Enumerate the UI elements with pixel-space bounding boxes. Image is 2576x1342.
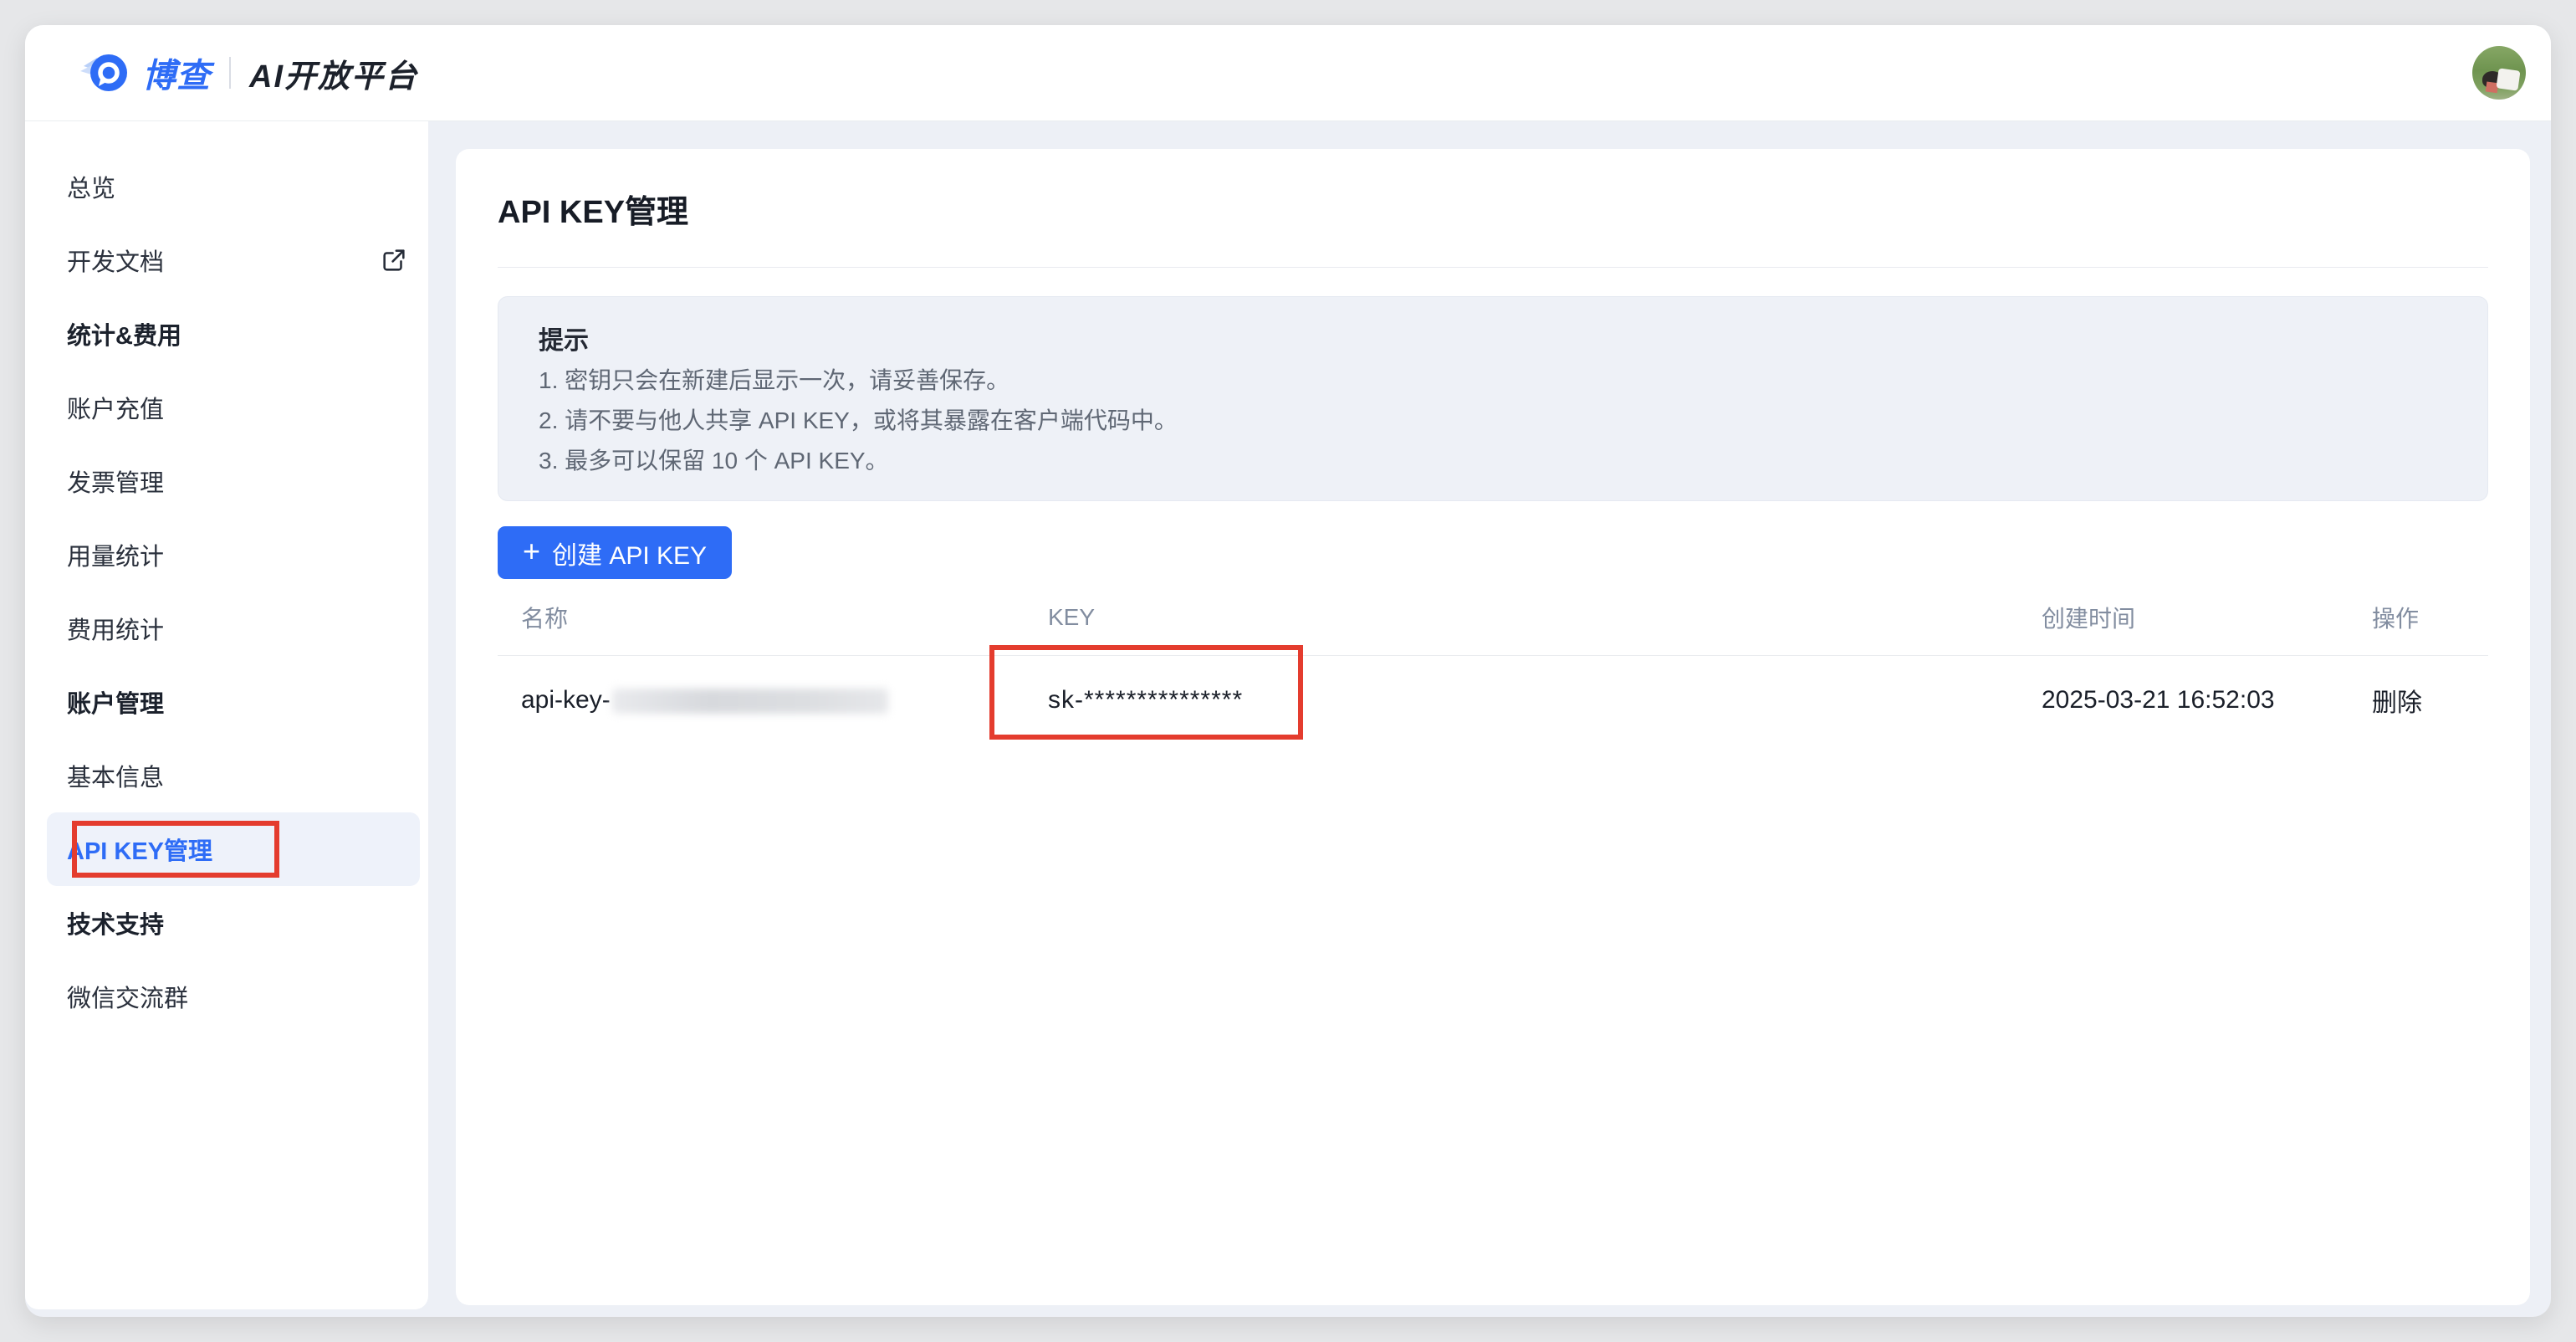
avatar[interactable]: [2472, 46, 2526, 100]
api-key-name-cell: api-key-: [498, 686, 1025, 715]
plus-icon: +: [523, 536, 540, 566]
sidebar-section-stats-billing: 统计&费用: [47, 297, 420, 371]
table-header-row: 名称 KEY 创建时间 操作: [498, 579, 2488, 655]
brand-name: 博查: [142, 49, 211, 97]
app-window: 博查 AI开放平台 总览 开发文档: [25, 25, 2551, 1317]
sidebar-section-tech-support: 技术支持: [47, 886, 420, 960]
sidebar-item-overview[interactable]: 总览: [47, 150, 420, 223]
sidebar: 总览 开发文档 统计&费用 账户充值 发票管理: [25, 121, 428, 1309]
delete-link[interactable]: 删除: [2349, 682, 2488, 719]
brand-logo[interactable]: 博查 AI开放平台: [79, 49, 418, 97]
table-row: api-key- sk-*************** 2025-03-21 1…: [498, 656, 2488, 745]
tip-line-3: 3. 最多可以保留 10 个 API KEY。: [539, 441, 2447, 481]
sidebar-item-api-key-management[interactable]: API KEY管理: [47, 812, 420, 886]
page-title: API KEY管理: [498, 186, 2488, 232]
sidebar-item-usage-stats[interactable]: 用量统计: [47, 518, 420, 592]
tip-line-2: 2. 请不要与他人共享 API KEY，或将其暴露在客户端代码中。: [539, 401, 2447, 441]
sidebar-section-account-management: 账户管理: [47, 665, 420, 739]
col-header-created: 创建时间: [2018, 601, 2349, 634]
create-api-key-button[interactable]: + 创建 API KEY: [498, 526, 732, 579]
sidebar-item-cost-stats[interactable]: 费用统计: [47, 592, 420, 665]
platform-title: AI开放平台: [249, 50, 418, 96]
tip-title: 提示: [539, 322, 2447, 361]
created-time-cell: 2025-03-21 16:52:03: [2018, 686, 2349, 715]
brand-divider: [229, 57, 231, 89]
api-key-value-cell: sk-***************: [1025, 686, 2018, 715]
col-header-name: 名称: [498, 601, 1025, 634]
main-panel: API KEY管理 提示 1. 密钥只会在新建后显示一次，请妥善保存。 2. 请…: [456, 149, 2530, 1305]
sidebar-item-account-recharge[interactable]: 账户充值: [47, 371, 420, 444]
tip-line-1: 1. 密钥只会在新建后显示一次，请妥善保存。: [539, 361, 2447, 401]
api-key-table: 名称 KEY 创建时间 操作 api-key- sk-*************…: [498, 579, 2488, 745]
sidebar-item-wechat-group[interactable]: 微信交流群: [47, 960, 420, 1033]
sidebar-item-basic-info[interactable]: 基本信息: [47, 739, 420, 812]
sidebar-item-dev-docs[interactable]: 开发文档: [47, 223, 420, 297]
col-header-key: KEY: [1025, 604, 2018, 631]
top-header: 博查 AI开放平台: [25, 25, 2551, 121]
redacted-name-blur: [612, 689, 888, 714]
col-header-action: 操作: [2349, 601, 2488, 634]
logo-icon: [79, 49, 130, 96]
sidebar-item-invoice-management[interactable]: 发票管理: [47, 444, 420, 518]
title-divider: [498, 267, 2488, 268]
external-link-icon: [380, 246, 408, 274]
tip-box: 提示 1. 密钥只会在新建后显示一次，请妥善保存。 2. 请不要与他人共享 AP…: [498, 296, 2488, 501]
